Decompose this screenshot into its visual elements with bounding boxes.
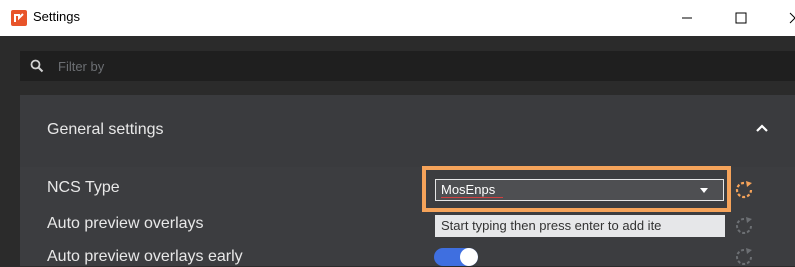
maximize-button[interactable] xyxy=(718,0,764,36)
section-title: General settings xyxy=(47,121,164,138)
minimize-button[interactable] xyxy=(664,0,710,36)
spellcheck-underline xyxy=(441,197,503,198)
window-title: Settings xyxy=(33,9,80,24)
ncs-type-select[interactable]: MosEnps xyxy=(435,179,724,201)
reset-icon xyxy=(736,248,752,265)
reset-icon xyxy=(736,217,752,234)
ncs-type-label: NCS Type xyxy=(47,179,120,196)
toggle-knob xyxy=(460,248,478,266)
auto-preview-overlays-early-label: Auto preview overlays early xyxy=(47,248,243,265)
title-bar: Settings xyxy=(0,0,795,36)
auto-preview-overlays-label: Auto preview overlays xyxy=(47,215,204,232)
app-logo-icon xyxy=(11,10,27,26)
close-button[interactable] xyxy=(772,0,795,36)
ncs-type-value: MosEnps xyxy=(441,182,496,197)
auto-preview-early-toggle[interactable] xyxy=(434,248,478,266)
tag-input-placeholder: Start typing then press enter to add ite xyxy=(441,218,662,233)
tag-input[interactable]: Start typing then press enter to add ite xyxy=(435,215,725,237)
settings-panel: General settings NCS Type MosEnps Auto p… xyxy=(20,95,795,266)
caret-down-icon xyxy=(700,188,708,193)
minimize-icon xyxy=(682,17,692,19)
reset-icon[interactable] xyxy=(734,180,754,200)
general-settings-header[interactable]: General settings xyxy=(20,95,795,167)
filter-bar xyxy=(20,51,795,81)
chevron-up-icon[interactable] xyxy=(755,123,769,133)
search-icon xyxy=(30,59,44,73)
filter-input[interactable] xyxy=(58,56,758,76)
maximize-icon xyxy=(735,12,747,24)
close-icon xyxy=(789,12,795,24)
